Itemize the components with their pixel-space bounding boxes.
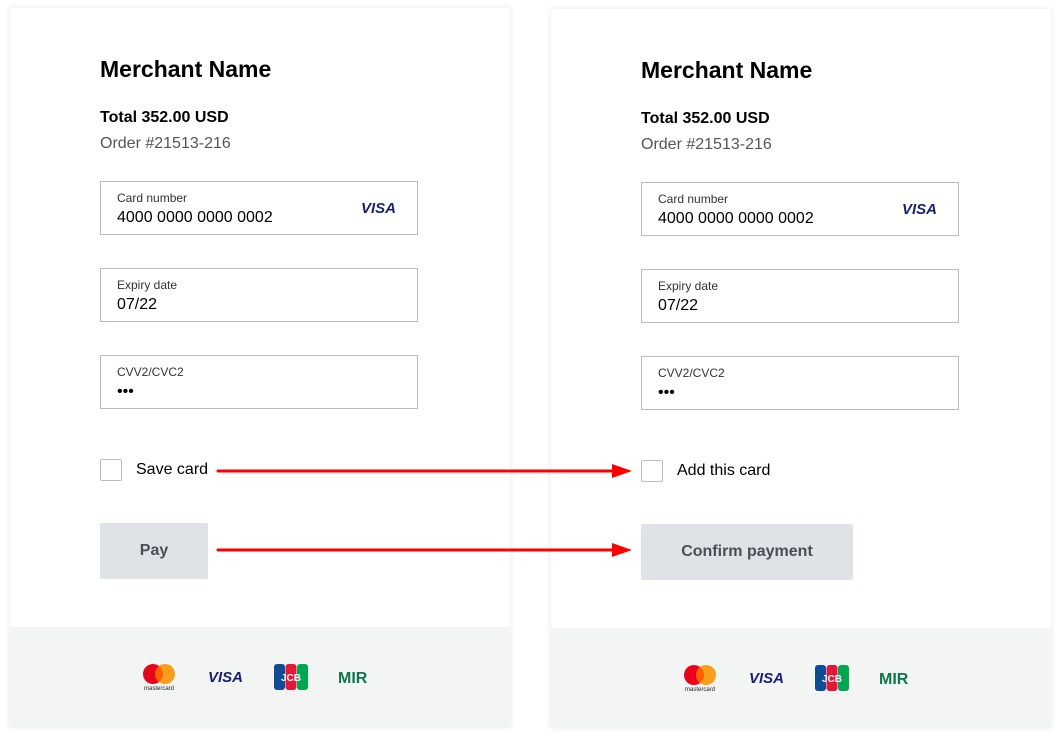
payment-form-panel-before: Merchant Name Total 352.00 USD Order #21… — [10, 8, 510, 727]
svg-text:JCB: JCB — [281, 673, 301, 684]
svg-text:VISA: VISA — [749, 670, 784, 686]
order-number: Order #21513-216 — [100, 135, 231, 152]
payment-systems-footer: mastercard VISA JCB MIR — [551, 628, 1051, 728]
arrow-checkbox-icon — [216, 464, 632, 478]
card-number-label: Card number — [117, 191, 188, 205]
visa-icon: VISA — [902, 201, 938, 222]
card-number-label: Card number — [658, 192, 729, 206]
expiry-date-field[interactable]: Expiry date 07/22 — [641, 269, 959, 323]
save-card-label[interactable]: Save card — [136, 461, 208, 479]
order-number: Order #21513-216 — [641, 136, 772, 153]
card-number-field[interactable]: Card number 4000 0000 0000 0002 VISA — [100, 181, 418, 235]
merchant-name: Merchant Name — [641, 57, 813, 83]
svg-text:mastercard: mastercard — [144, 686, 174, 692]
cvv-label: CVV2/CVC2 — [658, 366, 725, 380]
expiry-date-field[interactable]: Expiry date 07/22 — [100, 268, 418, 322]
visa-icon: VISA — [361, 200, 397, 221]
cvv-value: ••• — [658, 384, 675, 401]
expiry-date-label: Expiry date — [658, 279, 719, 293]
cvv-label: CVV2/CVC2 — [117, 365, 184, 379]
svg-text:mastercard: mastercard — [685, 687, 715, 693]
expiry-date-value: 07/22 — [117, 296, 158, 313]
confirm-payment-button[interactable]: Confirm payment — [641, 524, 853, 580]
expiry-date-label: Expiry date — [117, 278, 178, 292]
svg-text:MIR: MIR — [338, 670, 368, 685]
card-number-value: 4000 0000 0000 0002 — [117, 209, 273, 226]
pay-button[interactable]: Pay — [100, 523, 208, 579]
save-card-checkbox[interactable] — [100, 459, 122, 481]
svg-text:VISA: VISA — [361, 200, 396, 216]
jcb-icon: JCB — [274, 664, 308, 690]
cvv-field[interactable]: CVV2/CVC2 ••• — [100, 355, 418, 409]
svg-text:JCB: JCB — [822, 674, 842, 685]
card-number-field[interactable]: Card number 4000 0000 0000 0002 VISA — [641, 182, 959, 236]
expiry-date-value: 07/22 — [658, 297, 699, 314]
payment-form-panel-after: Merchant Name Total 352.00 USD Order #21… — [551, 9, 1051, 728]
mir-icon: MIR — [338, 669, 380, 685]
payment-systems-footer: mastercard VISA JCB MIR — [10, 627, 510, 727]
order-total: Total 352.00 USD — [641, 110, 770, 127]
mastercard-icon: mastercard — [140, 662, 178, 692]
cvv-value: ••• — [117, 383, 134, 400]
merchant-name: Merchant Name — [100, 56, 272, 82]
svg-text:VISA: VISA — [902, 201, 937, 217]
arrow-button-icon — [216, 543, 632, 557]
card-number-value: 4000 0000 0000 0002 — [658, 210, 814, 227]
svg-text:VISA: VISA — [208, 669, 243, 685]
mastercard-icon: mastercard — [681, 663, 719, 693]
add-card-label[interactable]: Add this card — [677, 462, 770, 480]
cvv-field[interactable]: CVV2/CVC2 ••• — [641, 356, 959, 410]
mir-icon: MIR — [879, 670, 921, 686]
order-total: Total 352.00 USD — [100, 109, 229, 126]
jcb-icon: JCB — [815, 665, 849, 691]
visa-logo-icon: VISA — [749, 670, 785, 686]
svg-text:MIR: MIR — [879, 671, 909, 686]
visa-logo-icon: VISA — [208, 669, 244, 685]
add-card-checkbox[interactable] — [641, 460, 663, 482]
